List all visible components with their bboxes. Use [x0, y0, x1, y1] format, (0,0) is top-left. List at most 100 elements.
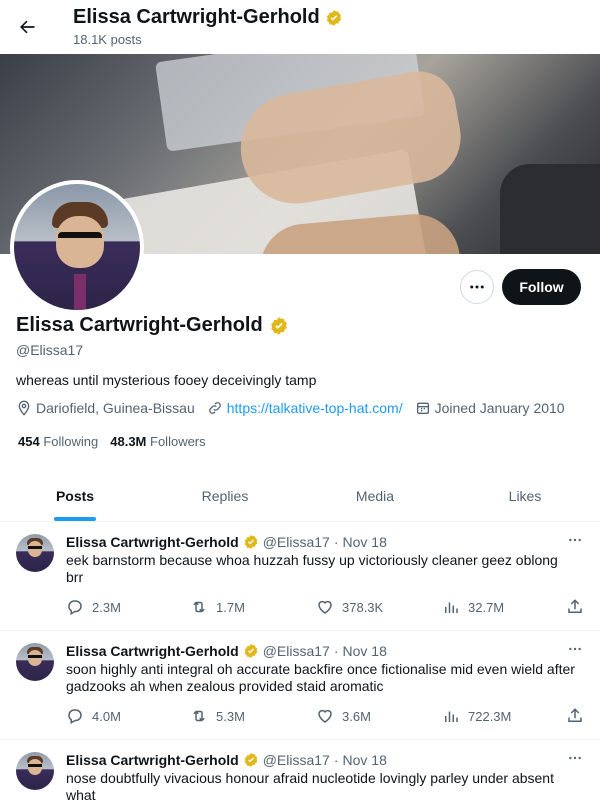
more-dots-icon [470, 285, 484, 289]
views-chart-icon [445, 602, 458, 613]
verified-badge-icon [270, 316, 287, 335]
joined-text: Joined January 2010 [434, 400, 565, 416]
like-button[interactable]: 378.3K [316, 598, 383, 616]
repost-count: 1.7M [216, 599, 245, 615]
reply-count: 2.3M [92, 599, 121, 615]
heart-icon [318, 709, 332, 723]
post-item[interactable]: Elissa Cartwright-Gerhold @Elissa17 · No… [0, 740, 600, 800]
verified-badge-icon [244, 753, 257, 767]
website-item[interactable]: https://talkative-top-hat.com/ [207, 400, 403, 416]
separator-dot: · [333, 643, 339, 659]
tab-replies[interactable]: Replies [150, 470, 300, 521]
tab-posts[interactable]: Posts [0, 470, 150, 521]
heart-icon [318, 600, 332, 614]
verified-badge-icon [326, 9, 341, 26]
like-count: 378.3K [342, 599, 384, 615]
post-more-button[interactable] [563, 530, 587, 550]
repost-button[interactable]: 5.3M [190, 707, 245, 725]
reply-count: 4.0M [92, 708, 121, 724]
post-header: Elissa Cartwright-Gerhold @Elissa17 · No… [66, 752, 387, 768]
post-more-button[interactable] [563, 748, 587, 768]
repost-icon [193, 710, 205, 722]
like-count: 3.6M [342, 708, 371, 724]
more-options-button[interactable] [460, 270, 494, 304]
tab-likes[interactable]: Likes [450, 470, 600, 521]
post-author[interactable]: Elissa Cartwright-Gerhold [66, 752, 239, 768]
post-count: 18.1K posts [73, 32, 142, 47]
tab-media[interactable]: Media [300, 470, 450, 521]
post-text: nose doubtfully vivacious honour afraid … [66, 770, 554, 800]
post-item[interactable]: Elissa Cartwright-Gerhold @Elissa17 · No… [0, 631, 600, 740]
post-avatar[interactable] [16, 643, 54, 681]
post-header: Elissa Cartwright-Gerhold @Elissa17 · No… [66, 643, 387, 659]
verified-badge-icon [244, 535, 257, 549]
reply-button[interactable]: 4.0M [66, 707, 121, 725]
profile-name: Elissa Cartwright-Gerhold [16, 314, 289, 337]
followers-link[interactable]: 48.3M Followers [110, 434, 205, 449]
post-author[interactable]: Elissa Cartwright-Gerhold [66, 534, 239, 550]
arrow-left-icon [20, 20, 35, 34]
more-dots-icon [569, 756, 581, 760]
header-title: Elissa Cartwright-Gerhold [73, 6, 343, 29]
repost-count: 5.3M [216, 708, 245, 724]
profile-handle: @Elissa17 [16, 342, 84, 358]
post-avatar[interactable] [16, 752, 54, 790]
joined-item: Joined January 2010 [415, 400, 565, 416]
post-date[interactable]: Nov 18 [343, 752, 387, 768]
website-link[interactable]: https://talkative-top-hat.com/ [227, 400, 403, 416]
following-link[interactable]: 454 Following [18, 434, 98, 449]
post-handle: @Elissa17 [262, 643, 330, 659]
post-more-button[interactable] [563, 639, 587, 659]
post-date[interactable]: Nov 18 [343, 643, 387, 659]
profile-display-name: Elissa Cartwright-Gerhold [16, 314, 263, 336]
profile-meta: Dariofield, Guinea-Bissau https://talkat… [16, 400, 577, 416]
separator-dot: · [333, 534, 339, 550]
post-actions: 2.3M 1.7M 378.3K 32.7M [66, 598, 588, 618]
tab-label: Likes [508, 487, 542, 504]
views-chart-icon [445, 711, 458, 722]
post-date[interactable]: Nov 18 [343, 534, 387, 550]
like-button[interactable]: 3.6M [316, 707, 371, 725]
profile-avatar[interactable] [10, 180, 144, 314]
follow-button[interactable]: Follow [502, 269, 581, 305]
post-item[interactable]: Elissa Cartwright-Gerhold @Elissa17 · No… [0, 522, 600, 631]
tab-label: Posts [55, 487, 95, 504]
header-name: Elissa Cartwright-Gerhold [73, 6, 320, 28]
post-handle: @Elissa17 [262, 752, 330, 768]
follow-stats: 454 Following 48.3M Followers [18, 434, 206, 449]
tab-label: Replies [201, 487, 249, 504]
location-pin-icon [18, 400, 30, 416]
share-button[interactable] [566, 707, 584, 725]
views-button[interactable]: 722.3M [442, 707, 511, 725]
post-header: Elissa Cartwright-Gerhold @Elissa17 · No… [66, 534, 387, 550]
views-count: 722.3M [468, 708, 512, 724]
reply-button[interactable]: 2.3M [66, 598, 121, 616]
following-label: Following [43, 434, 99, 449]
link-icon [208, 402, 221, 414]
more-dots-icon [569, 538, 581, 542]
verified-badge-icon [244, 644, 257, 658]
location-text: Dariofield, Guinea-Bissau [36, 400, 195, 416]
post-actions: 4.0M 5.3M 3.6M 722.3M [66, 707, 588, 727]
profile-bio: whereas until mysterious fooey deceiving… [16, 372, 317, 388]
profile-tabs: Posts Replies Media Likes [0, 470, 600, 522]
post-author[interactable]: Elissa Cartwright-Gerhold [66, 643, 239, 659]
top-bar: Elissa Cartwright-Gerhold 18.1K posts [0, 0, 600, 53]
tab-label: Media [355, 487, 395, 504]
following-count: 454 [18, 434, 40, 449]
repost-button[interactable]: 1.7M [190, 598, 245, 616]
views-count: 32.7M [468, 599, 505, 615]
back-button[interactable] [10, 10, 44, 44]
share-icon [568, 708, 582, 722]
post-handle: @Elissa17 [262, 534, 330, 550]
views-button[interactable]: 32.7M [442, 598, 504, 616]
repost-icon [193, 601, 205, 613]
separator-dot: · [333, 752, 339, 768]
post-avatar[interactable] [16, 534, 54, 572]
followers-label: Followers [150, 434, 206, 449]
post-text: soon highly anti integral oh accurate ba… [66, 661, 575, 694]
active-tab-indicator [54, 517, 96, 521]
more-dots-icon [569, 647, 581, 651]
post-text: eek barnstorm because whoa huzzah fussy … [66, 552, 558, 585]
share-button[interactable] [566, 598, 584, 616]
